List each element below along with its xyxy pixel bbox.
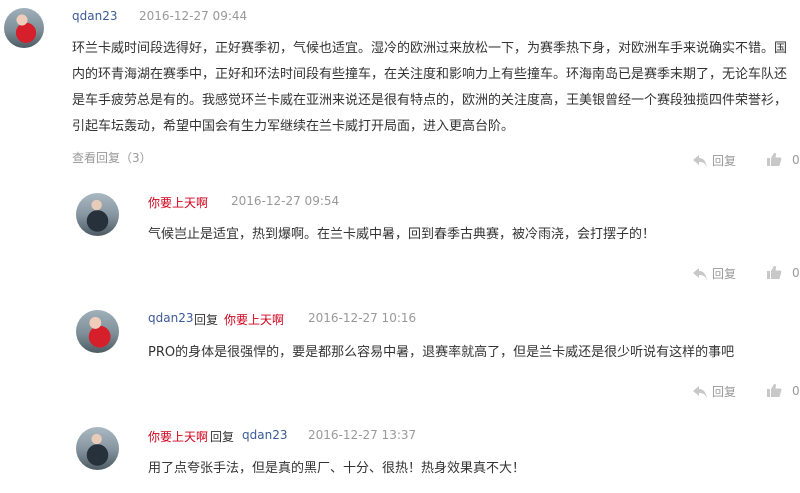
reply-arrow-icon — [692, 385, 708, 399]
reply-button[interactable]: 回复 — [692, 383, 736, 400]
reply-username[interactable]: qdan23 — [148, 311, 193, 325]
reply-time: 2016-12-27 10:16 — [308, 311, 417, 325]
reply-to-username[interactable]: qdan23 — [242, 428, 287, 442]
like-count: 0 — [792, 265, 800, 280]
reply-button[interactable]: 回复 — [692, 265, 736, 282]
reply-arrow-icon — [692, 267, 708, 281]
reply-username[interactable]: 你要上天啊 — [148, 194, 208, 211]
like-count: 0 — [792, 383, 800, 398]
like-button[interactable]: 0 — [766, 383, 800, 398]
thumbs-up-icon — [766, 265, 782, 280]
reply-text: 用了点夸张手法，但是真的黑厂、十分、很热！热身效果真不大！ — [148, 461, 526, 476]
reply-label: 回复 — [712, 385, 737, 399]
reply-text: PRO的身体是很强悍的，要是都那么容易中暑，退赛率就高了，但是兰卡威还是很少听说… — [148, 345, 735, 360]
thumbs-up-icon — [766, 383, 782, 398]
like-button[interactable]: 0 — [766, 265, 800, 280]
avatar[interactable] — [76, 427, 119, 470]
reply-time: 2016-12-27 09:54 — [231, 194, 340, 208]
reply-text: 气候岂止是适宜，热到爆啊。在兰卡威中暑，回到春季古典赛，被冷雨浇，会打摆子的！ — [148, 227, 656, 242]
comment-time: 2016-12-27 09:44 — [139, 9, 248, 23]
like-button[interactable]: 0 — [766, 152, 800, 167]
reply-button[interactable]: 回复 — [692, 152, 736, 169]
reply-word: 回复 — [210, 430, 235, 444]
reply-word: 回复 — [194, 313, 219, 327]
reply-arrow-icon — [692, 154, 708, 168]
reply-time: 2016-12-27 13:37 — [308, 428, 417, 442]
comment-text: 环兰卡威时间段选得好，正好赛季初，气候也适宜。湿冷的欧洲过来放松一下，为赛季热下… — [72, 41, 788, 134]
reply-label: 回复 — [712, 267, 737, 281]
thumbs-up-icon — [766, 152, 782, 167]
reply-username[interactable]: 你要上天啊 — [148, 428, 208, 445]
avatar[interactable] — [76, 193, 119, 236]
reply-to-username[interactable]: 你要上天啊 — [224, 311, 284, 328]
avatar[interactable] — [76, 310, 119, 353]
reply-label: 回复 — [712, 154, 737, 168]
avatar[interactable] — [4, 8, 44, 48]
view-replies-link[interactable]: 查看回复（3） — [72, 149, 152, 166]
like-count: 0 — [792, 152, 800, 167]
comment-username[interactable]: qdan23 — [72, 9, 117, 23]
